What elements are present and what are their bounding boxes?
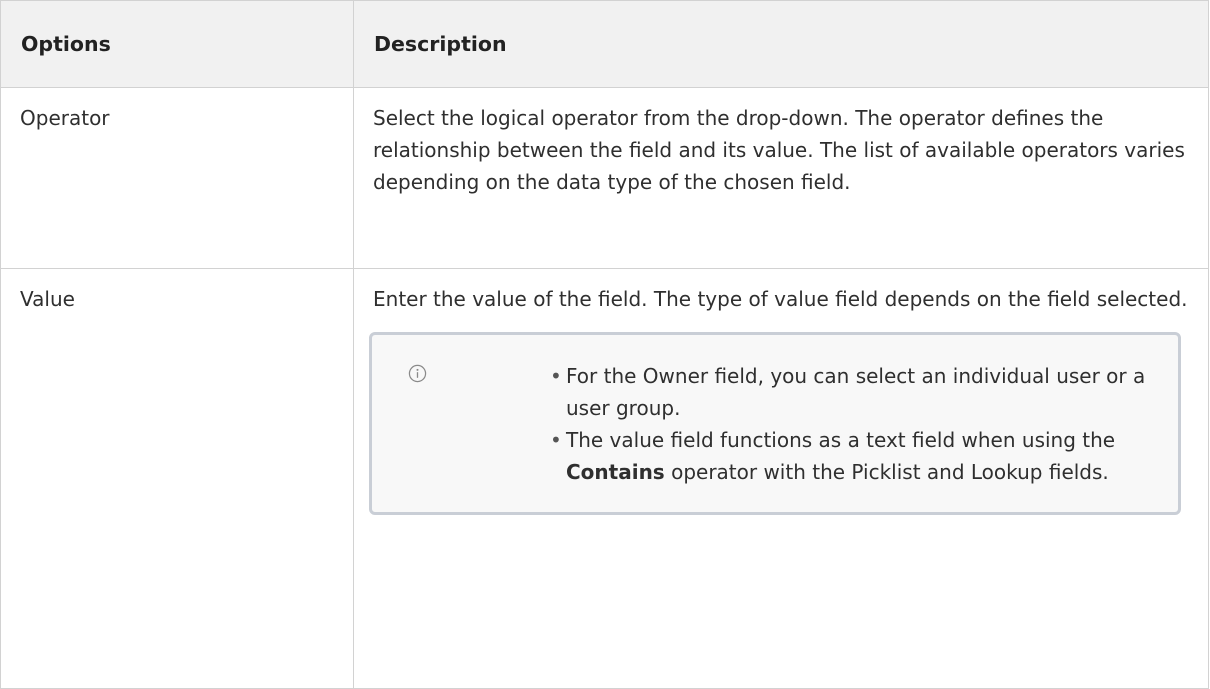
- info-icon: [408, 364, 427, 383]
- option-name-cell: Operator: [0, 87, 354, 269]
- callout-item-text: For the Owner field, you can select an i…: [566, 364, 1146, 420]
- callout-list-item: • The value field functions as a text fi…: [550, 424, 1148, 488]
- bullet-icon: •: [550, 428, 562, 452]
- options-column-header: Options: [0, 0, 354, 88]
- option-description-container: Enter the value of the field. The type o…: [353, 268, 1209, 689]
- contains-operator-emphasis: Contains: [566, 460, 665, 484]
- callout-list: • For the Owner field, you can select an…: [372, 360, 1148, 488]
- callout-list-item: • For the Owner field, you can select an…: [550, 360, 1148, 424]
- table-row: Operator Select the logical operator fro…: [0, 87, 1209, 269]
- callout-item-text-tail: operator with the Picklist and Lookup fi…: [664, 460, 1109, 484]
- option-description-cell: Select the logical operator from the dro…: [353, 87, 1209, 269]
- option-description-cell: Enter the value of the field. The type o…: [373, 287, 1188, 311]
- table-header-row: Options Description: [0, 0, 1209, 88]
- description-column-header: Description: [353, 0, 1209, 88]
- callout-item-text: The value field functions as a text fiel…: [566, 428, 1116, 452]
- options-table: Options Description Operator Select the …: [0, 0, 1209, 689]
- info-callout: • For the Owner field, you can select an…: [369, 332, 1181, 515]
- bullet-icon: •: [550, 364, 562, 388]
- option-name-cell: Value: [0, 268, 354, 689]
- table-row: Value Enter the value of the field. The …: [0, 268, 1209, 689]
